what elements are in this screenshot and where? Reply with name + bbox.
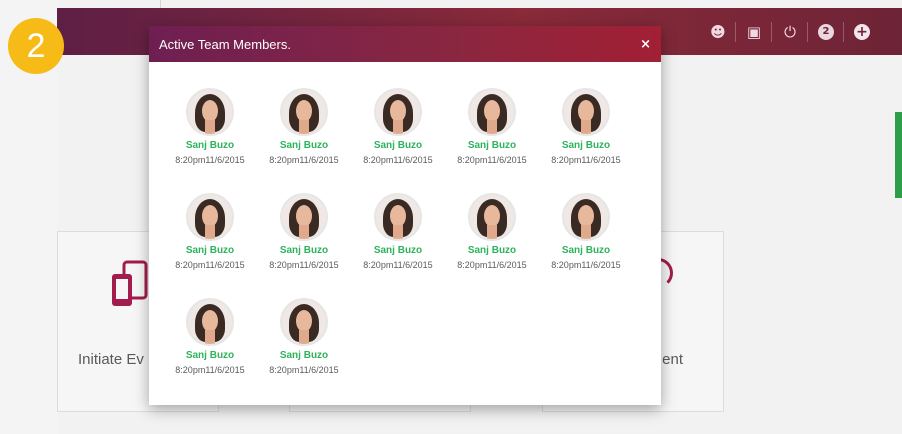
avatar — [280, 298, 328, 346]
avatar — [186, 88, 234, 136]
avatar — [374, 88, 422, 136]
close-icon[interactable]: × — [640, 37, 651, 52]
side-tab[interactable] — [895, 112, 902, 198]
member-name: Sanj Buzo — [373, 245, 423, 256]
notification-icon[interactable]: 2 — [808, 8, 844, 55]
member-name: Sanj Buzo — [279, 245, 329, 256]
member-name: Sanj Buzo — [561, 245, 611, 256]
member-last-active: 8:20pm11/6/2015 — [269, 260, 339, 270]
calendar-icon[interactable]: ▣ — [736, 8, 772, 55]
avatar — [468, 88, 516, 136]
member-item[interactable]: Sanj Buzo 8:20pm11/6/2015 — [257, 298, 351, 388]
power-icon[interactable]: ⏻ — [772, 8, 808, 55]
member-item[interactable]: Sanj Buzo 8:20pm11/6/2015 — [351, 193, 445, 283]
member-name: Sanj Buzo — [279, 140, 329, 151]
member-name: Sanj Buzo — [467, 245, 517, 256]
member-item[interactable]: Sanj Buzo 8:20pm11/6/2015 — [445, 193, 539, 283]
avatar — [374, 193, 422, 241]
card-label: ent — [662, 351, 683, 368]
member-name: Sanj Buzo — [185, 245, 235, 256]
member-name: Sanj Buzo — [279, 350, 329, 361]
member-last-active: 8:20pm11/6/2015 — [551, 260, 621, 270]
top-divider — [160, 0, 161, 8]
avatar — [186, 193, 234, 241]
avatar — [280, 193, 328, 241]
avatar — [186, 298, 234, 346]
member-name: Sanj Buzo — [373, 140, 423, 151]
member-item[interactable]: Sanj Buzo 8:20pm11/6/2015 — [163, 193, 257, 283]
member-last-active: 8:20pm11/6/2015 — [269, 365, 339, 375]
member-item[interactable]: Sanj Buzo 8:20pm11/6/2015 — [163, 88, 257, 178]
member-last-active: 8:20pm11/6/2015 — [363, 155, 433, 165]
member-item[interactable]: Sanj Buzo 8:20pm11/6/2015 — [445, 88, 539, 178]
member-last-active: 8:20pm11/6/2015 — [175, 155, 245, 165]
member-last-active: 8:20pm11/6/2015 — [269, 155, 339, 165]
notification-count-badge: 2 — [818, 23, 834, 40]
member-name: Sanj Buzo — [561, 140, 611, 151]
member-item[interactable]: Sanj Buzo 8:20pm11/6/2015 — [539, 193, 633, 283]
modal-title: Active Team Members. — [159, 36, 291, 52]
avatar — [280, 88, 328, 136]
modal-header: Active Team Members. × — [149, 26, 661, 62]
avatar — [468, 193, 516, 241]
member-item[interactable]: Sanj Buzo 8:20pm11/6/2015 — [257, 88, 351, 178]
member-name: Sanj Buzo — [185, 140, 235, 151]
member-item[interactable]: Sanj Buzo 8:20pm11/6/2015 — [539, 88, 633, 178]
step-number-badge: 2 — [8, 18, 64, 74]
member-last-active: 8:20pm11/6/2015 — [363, 260, 433, 270]
user-icon[interactable]: ☻ — [700, 8, 736, 55]
member-name: Sanj Buzo — [185, 350, 235, 361]
active-members-modal: Active Team Members. × Sanj Buzo 8:20pm11… — [149, 26, 661, 405]
member-item[interactable]: Sanj Buzo 8:20pm11/6/2015 — [163, 298, 257, 388]
top-toolbar-icons: ☻ ▣ ⏻ 2 + — [700, 8, 880, 55]
mobile-devices-icon — [112, 260, 148, 306]
add-glyph: + — [854, 23, 870, 40]
avatar — [562, 88, 610, 136]
add-icon[interactable]: + — [844, 8, 880, 55]
members-grid: Sanj Buzo 8:20pm11/6/2015 Sanj Buzo 8:20pm1… — [149, 62, 661, 405]
member-item[interactable]: Sanj Buzo 8:20pm11/6/2015 — [257, 193, 351, 283]
avatar — [562, 193, 610, 241]
member-last-active: 8:20pm11/6/2015 — [457, 155, 527, 165]
member-name: Sanj Buzo — [467, 140, 517, 151]
member-item[interactable]: Sanj Buzo 8:20pm11/6/2015 — [351, 88, 445, 178]
member-last-active: 8:20pm11/6/2015 — [175, 365, 245, 375]
member-last-active: 8:20pm11/6/2015 — [457, 260, 527, 270]
card-label: Initiate Ev — [78, 351, 144, 368]
member-last-active: 8:20pm11/6/2015 — [551, 155, 621, 165]
member-last-active: 8:20pm11/6/2015 — [175, 260, 245, 270]
